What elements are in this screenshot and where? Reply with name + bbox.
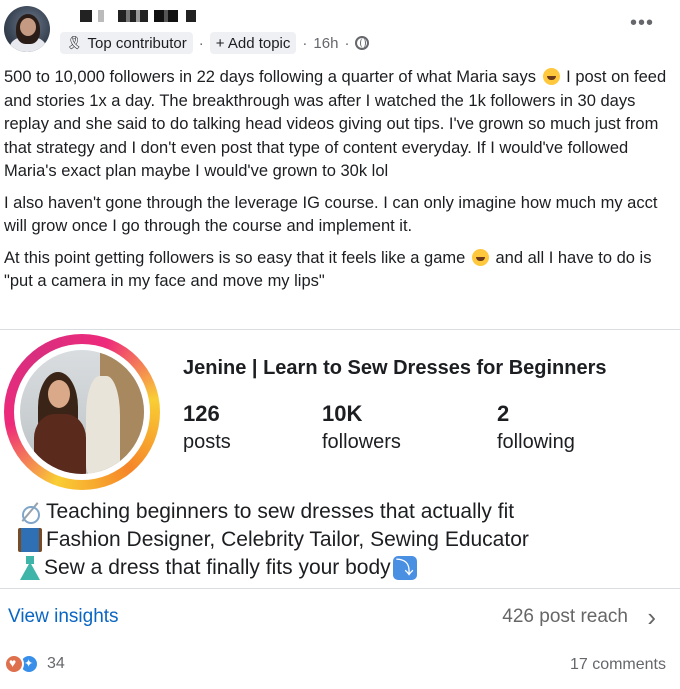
author-avatar[interactable] bbox=[4, 6, 50, 52]
dress-icon bbox=[18, 556, 40, 580]
post-body: 500 to 10,000 followers in 22 days follo… bbox=[4, 66, 674, 302]
grinning-squinting-face-icon bbox=[542, 68, 560, 85]
post-text-segment: At this point getting followers is so ea… bbox=[4, 248, 466, 267]
stat-label: following bbox=[497, 431, 575, 453]
reactions-summary[interactable]: 34 bbox=[4, 654, 65, 674]
arrow-down-icon: ⤵ bbox=[392, 556, 417, 580]
add-topic-button[interactable]: + Add topic bbox=[209, 32, 297, 54]
redacted-author-name bbox=[154, 10, 178, 22]
more-options-button[interactable]: ••• bbox=[630, 12, 654, 35]
stat-number: 2 bbox=[497, 401, 510, 426]
post-header: 🎗 Top contributor · + Add topic · 16h · … bbox=[0, 0, 680, 62]
love-reaction-icon bbox=[4, 654, 24, 674]
profile-story-ring[interactable] bbox=[4, 334, 160, 490]
stat-posts: 126 posts bbox=[183, 400, 231, 456]
post-paragraph: At this point getting followers is so ea… bbox=[4, 247, 674, 294]
redacted-author-name bbox=[186, 10, 196, 22]
reaction-count: 34 bbox=[47, 655, 65, 672]
bio-line: Fashion Designer, Celebrity Tailor, Sewi… bbox=[18, 526, 529, 554]
meta-separator: · bbox=[198, 34, 204, 52]
stat-label: posts bbox=[183, 431, 231, 453]
post-paragraph: I also haven't gone through the leverage… bbox=[4, 193, 658, 236]
chevron-right-icon[interactable]: › bbox=[647, 602, 656, 633]
redacted-author-name bbox=[80, 10, 92, 22]
stat-label: followers bbox=[322, 431, 401, 453]
redacted-author-name bbox=[98, 10, 104, 22]
post-text-segment: 500 to 10,000 followers in 22 days follo… bbox=[4, 68, 536, 86]
divider bbox=[0, 329, 680, 330]
bio-line: Teaching beginners to sew dresses that a… bbox=[18, 498, 529, 526]
badge-label: Top contributor bbox=[87, 34, 187, 52]
bio-text: Sew a dress that finally fits your body bbox=[44, 556, 391, 579]
thread-spool-icon bbox=[18, 528, 42, 552]
view-insights-link[interactable]: View insights bbox=[8, 606, 119, 628]
divider bbox=[0, 588, 680, 589]
post-paragraph: 500 to 10,000 followers in 22 days follo… bbox=[4, 66, 674, 184]
bio-text: Teaching beginners to sew dresses that a… bbox=[46, 500, 515, 523]
redacted-author-name bbox=[118, 10, 148, 22]
comments-count-link[interactable]: 17 comments bbox=[570, 656, 666, 674]
post-reach: 426 post reach bbox=[502, 606, 628, 627]
stat-following: 2 following bbox=[497, 400, 575, 456]
profile-photo bbox=[20, 350, 144, 474]
ribbon-icon: 🎗 bbox=[66, 35, 83, 50]
bio-text: Fashion Designer, Celebrity Tailor, Sewi… bbox=[46, 528, 529, 551]
bio-line: Sew a dress that finally fits your body … bbox=[18, 554, 529, 582]
globe-icon bbox=[355, 36, 370, 50]
stat-number: 126 bbox=[183, 401, 220, 426]
needle-icon bbox=[18, 500, 42, 524]
grinning-squinting-face-icon bbox=[471, 248, 489, 266]
post-meta: 🎗 Top contributor · + Add topic · 16h · bbox=[60, 32, 370, 54]
profile-name: Jenine | Learn to Sew Dresses for Beginn… bbox=[183, 357, 607, 379]
meta-separator: · bbox=[302, 34, 308, 52]
stat-followers: 10K followers bbox=[322, 400, 401, 456]
post-time: 16h bbox=[313, 34, 339, 52]
add-topic-label: + Add topic bbox=[215, 34, 291, 52]
top-contributor-badge[interactable]: 🎗 Top contributor bbox=[60, 32, 193, 54]
meta-separator: · bbox=[344, 34, 350, 52]
stat-number: 10K bbox=[322, 401, 363, 426]
profile-bio: Teaching beginners to sew dresses that a… bbox=[18, 498, 529, 582]
